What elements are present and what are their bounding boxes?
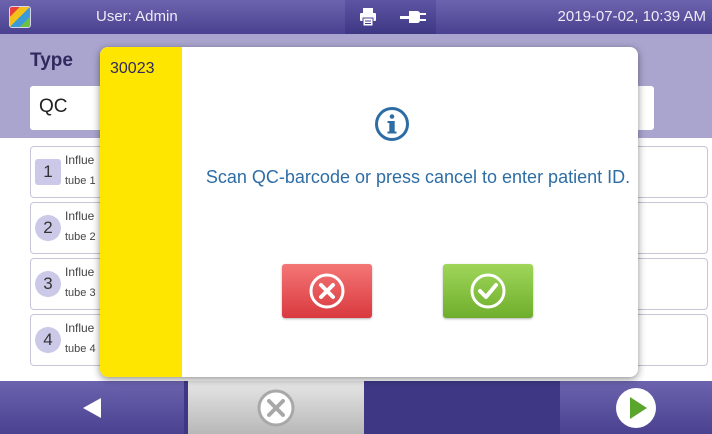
type-value: QC — [39, 96, 68, 117]
dialog-message: Scan QC-barcode or press cancel to enter… — [205, 167, 631, 187]
next-button[interactable] — [560, 381, 712, 434]
cancel-x-icon — [257, 389, 295, 426]
dialog-confirm-button[interactable] — [443, 264, 533, 318]
back-button[interactable] — [0, 381, 184, 434]
qc-dialog: 30023 Scan QC-barcode or press cancel to… — [100, 47, 638, 377]
type-label: Type — [30, 50, 73, 71]
datetime-display: 2019-07-02, 10:39 AM — [557, 8, 706, 25]
app-logo-icon — [9, 6, 31, 28]
item-number: 1 — [35, 159, 61, 185]
cancel-x-icon — [309, 273, 345, 309]
power-plug-icon — [390, 0, 436, 34]
item-title: Influe — [65, 153, 95, 167]
item-subtitle: tube 1 — [65, 175, 96, 187]
item-subtitle: tube 3 — [65, 287, 96, 299]
dialog-side-stripe: 30023 — [100, 47, 182, 377]
back-arrow-icon — [83, 397, 101, 418]
top-status-bar: User: Admin 2019-07-02, 10:39 AM — [0, 0, 712, 34]
item-title: Influe — [65, 265, 95, 279]
item-number: 4 — [35, 327, 61, 353]
user-label: User: Admin — [96, 8, 178, 25]
item-number: 3 — [35, 271, 61, 297]
dialog-code: 30023 — [110, 60, 155, 77]
cancel-bottom-button[interactable] — [188, 381, 364, 434]
confirm-check-icon — [470, 273, 506, 309]
info-icon — [374, 106, 410, 147]
item-title: Influe — [65, 321, 95, 335]
item-subtitle: tube 2 — [65, 231, 96, 243]
item-number: 2 — [35, 215, 61, 241]
next-arrow-icon — [616, 387, 656, 428]
item-subtitle: tube 4 — [65, 343, 96, 355]
dialog-cancel-button[interactable] — [282, 264, 372, 318]
printer-icon[interactable] — [345, 0, 391, 34]
item-title: Influe — [65, 209, 95, 223]
